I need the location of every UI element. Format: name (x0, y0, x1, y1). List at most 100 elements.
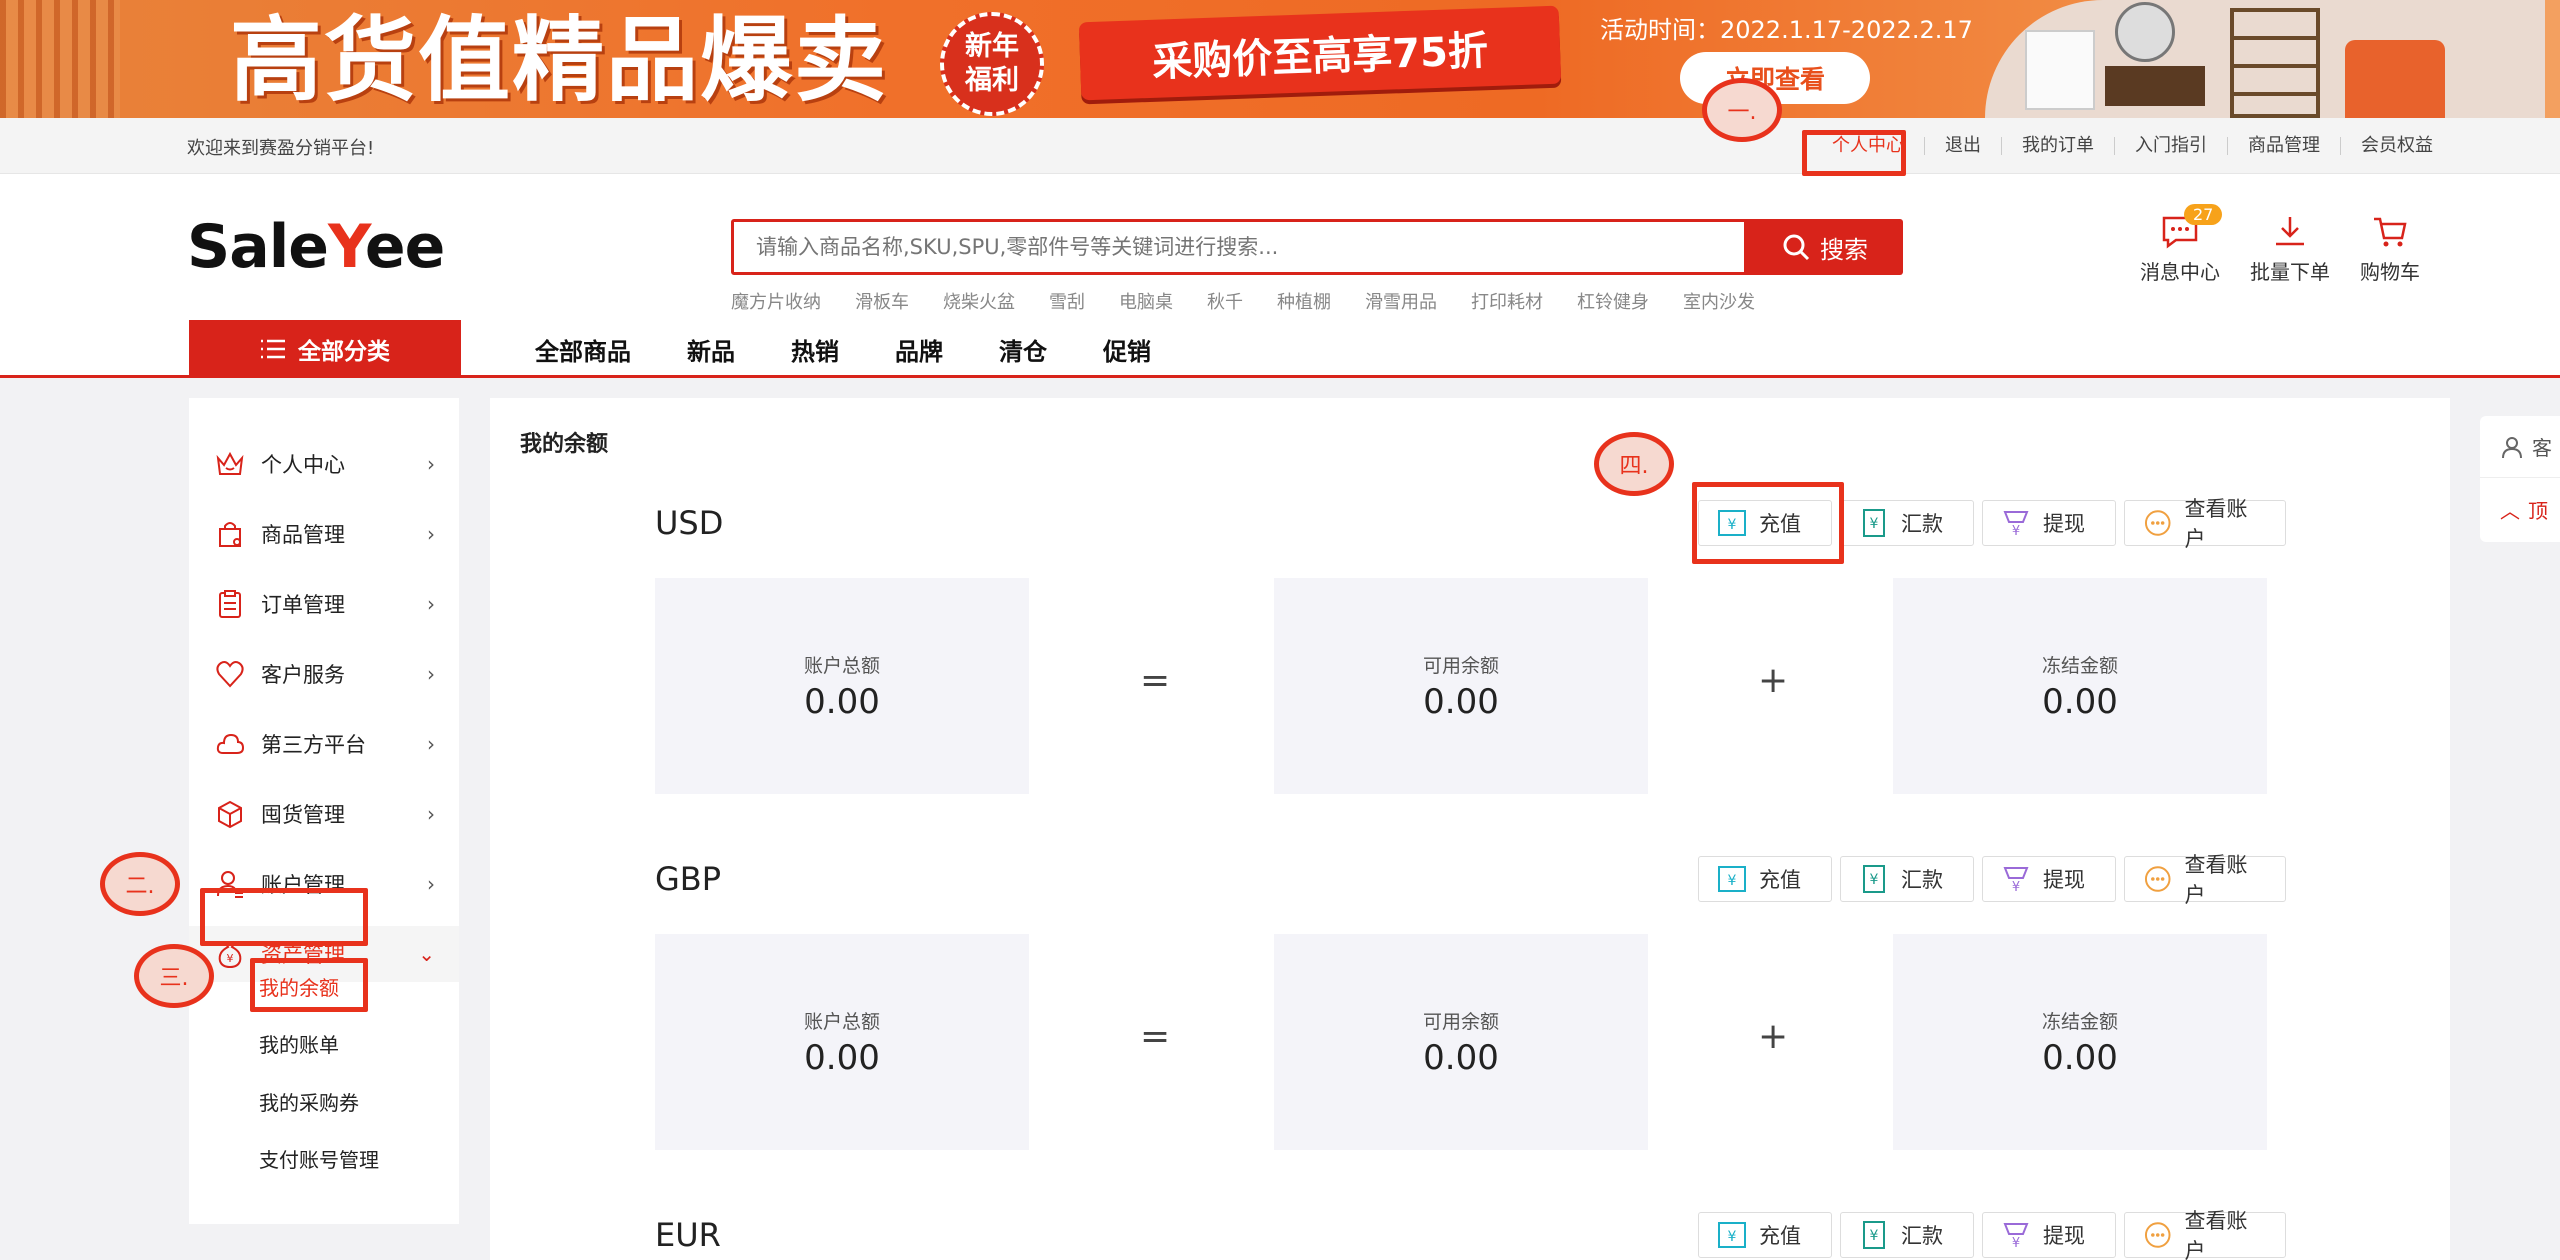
nav-hot[interactable]: 热销 (791, 332, 839, 367)
sidebar-item-third-party[interactable]: 第三方平台 › (189, 716, 459, 772)
balance-value: 0.00 (2042, 681, 2118, 722)
sidebar-item-stock-management[interactable]: 囤货管理 › (189, 786, 459, 842)
promo-banner[interactable]: 高货值精品爆卖 新年福利 采购价至高享75折 活动时间：2022.1.17-20… (0, 0, 2560, 118)
chevron-right-icon: › (427, 872, 435, 896)
message-center-button[interactable]: 27 消息中心 (2140, 204, 2223, 285)
balance-cards: 账户总额 0.00 = 可用余额 0.00 + 冻结金额 0.00 (655, 578, 2275, 794)
sidebar-item-order-management[interactable]: 订单管理 › (189, 576, 459, 632)
toplink-member-benefits[interactable]: 会员权益 (2340, 137, 2453, 155)
withdraw-button[interactable]: ¥ 提现 (1982, 1212, 2116, 1258)
view-account-button[interactable]: 查看账户 (2124, 1209, 2286, 1260)
withdraw-button[interactable]: ¥ 提现 (1982, 500, 2116, 546)
svg-text:¥: ¥ (1870, 1228, 1879, 1244)
nav-new[interactable]: 新品 (687, 332, 735, 367)
chevron-right-icon: › (427, 662, 435, 686)
chevron-up-icon: ︿ (2500, 498, 2520, 523)
customer-service-button[interactable]: 客 (2480, 416, 2560, 478)
plus-sign: + (1758, 660, 1789, 701)
category-links: 全部商品 新品 热销 品牌 清仓 促销 (535, 320, 1207, 378)
chevron-right-icon: › (427, 802, 435, 826)
sidebar-subitem-my-coupons[interactable]: 我的采购券 (259, 1087, 359, 1116)
hot-word[interactable]: 秋千 (1207, 288, 1243, 314)
hot-word[interactable]: 杠铃健身 (1577, 288, 1649, 314)
nav-promotion[interactable]: 促销 (1103, 332, 1151, 367)
toplink-my-orders[interactable]: 我的订单 (2001, 137, 2114, 155)
all-categories-button[interactable]: 全部分类 (189, 320, 461, 378)
clipboard-icon (213, 587, 247, 621)
svg-text:¥: ¥ (1728, 873, 1737, 889)
cart-button[interactable]: 购物车 (2360, 214, 2420, 285)
remit-button[interactable]: ¥ 汇款 (1840, 856, 1974, 902)
balance-value: 0.00 (804, 681, 880, 722)
remit-button[interactable]: ¥ 汇款 (1840, 500, 1974, 546)
hot-word[interactable]: 电脑桌 (1119, 288, 1173, 314)
search-input[interactable] (734, 222, 1744, 272)
hot-words: 魔方片收纳 滑板车 烧柴火盆 雪刮 电脑桌 秋千 种植棚 滑雪用品 打印耗材 杠… (731, 288, 1789, 314)
category-nav: 全部分类 全部商品 新品 热销 品牌 清仓 促销 (0, 320, 2560, 378)
shopping-bag-icon (213, 517, 247, 551)
currency-code: USD (655, 504, 724, 542)
hot-word[interactable]: 雪刮 (1049, 288, 1085, 314)
banner-ribbon: 采购价至高享75折 (1078, 5, 1562, 101)
back-to-top-button[interactable]: ︿ 顶 (2480, 478, 2560, 540)
nav-brand[interactable]: 品牌 (895, 332, 943, 367)
currency-actions: ¥ 充值 ¥ 汇款 ¥ 提现 查看账户 (1698, 1209, 2286, 1260)
nav-clearance[interactable]: 清仓 (999, 332, 1047, 367)
plus-sign: + (1758, 1016, 1789, 1057)
download-icon (2276, 217, 2304, 246)
hot-word[interactable]: 魔方片收纳 (731, 288, 821, 314)
recharge-button[interactable]: ¥ 充值 (1698, 856, 1832, 902)
banner-seal: 新年福利 (940, 12, 1044, 116)
withdraw-icon: ¥ (2003, 867, 2029, 894)
user-icon (2502, 436, 2522, 458)
right-float-toolbar: 客 ︿ 顶 (2480, 416, 2560, 542)
annotation-box-my-balance (250, 958, 368, 1012)
sidebar-item-product-management[interactable]: 商品管理 › (189, 506, 459, 562)
hot-word[interactable]: 烧柴火盆 (943, 288, 1015, 314)
banner-decoration (0, 0, 120, 118)
nav-all-products[interactable]: 全部商品 (535, 332, 631, 367)
cloud-icon (213, 727, 247, 761)
svg-text:¥: ¥ (2012, 524, 2020, 538)
welcome-text: 欢迎来到赛盈分销平台! (187, 138, 375, 159)
toplink-product-management[interactable]: 商品管理 (2227, 137, 2340, 155)
equals-sign: = (1140, 1016, 1171, 1057)
recharge-button[interactable]: ¥ 充值 (1698, 1212, 1832, 1258)
toplink-logout[interactable]: 退出 (1924, 137, 2001, 155)
svg-text:¥: ¥ (1728, 1229, 1737, 1245)
hot-word[interactable]: 种植棚 (1277, 288, 1331, 314)
hot-word[interactable]: 滑板车 (855, 288, 909, 314)
svg-text:¥: ¥ (2012, 880, 2020, 894)
sidebar-subitem-payment-accounts[interactable]: 支付账号管理 (259, 1144, 379, 1173)
balance-card-total: 账户总额 0.00 (655, 934, 1029, 1150)
toplink-guide[interactable]: 入门指引 (2114, 137, 2227, 155)
view-account-button[interactable]: 查看账户 (2124, 497, 2286, 551)
more-icon (2144, 1222, 2171, 1248)
sidebar-subitem-my-bills[interactable]: 我的账单 (259, 1029, 339, 1058)
remit-button[interactable]: ¥ 汇款 (1840, 1212, 1974, 1258)
view-account-button[interactable]: 查看账户 (2124, 853, 2286, 907)
hot-word[interactable]: 打印耗材 (1471, 288, 1543, 314)
logo[interactable]: SaleYee (187, 212, 445, 282)
svg-text:¥: ¥ (2012, 1236, 2020, 1250)
balance-value: 0.00 (2042, 1037, 2118, 1078)
hot-word[interactable]: 室内沙发 (1683, 288, 1755, 314)
sidebar-item-personal-center[interactable]: 个人中心 › (189, 436, 459, 492)
remit-icon: ¥ (1863, 865, 1885, 893)
sidebar-item-customer-service[interactable]: 客户服务 › (189, 646, 459, 702)
balance-card-total: 账户总额 0.00 (655, 578, 1029, 794)
chevron-down-icon: ⌄ (418, 942, 435, 966)
annotation-box-recharge (1692, 482, 1844, 564)
chevron-right-icon: › (427, 452, 435, 476)
equals-sign: = (1140, 660, 1171, 701)
svg-text:¥: ¥ (227, 952, 234, 965)
bulk-order-button[interactable]: 批量下单 (2250, 214, 2330, 285)
banner-furniture-image (1985, 0, 2545, 118)
svg-text:¥: ¥ (1870, 872, 1879, 888)
annotation-bubble-1: 一. (1702, 78, 1782, 142)
hot-word[interactable]: 滑雪用品 (1365, 288, 1437, 314)
annotation-bubble-4: 四. (1594, 432, 1674, 496)
withdraw-icon: ¥ (2003, 1223, 2029, 1250)
withdraw-button[interactable]: ¥ 提现 (1982, 856, 2116, 902)
search-button[interactable]: 搜索 (1747, 219, 1903, 275)
